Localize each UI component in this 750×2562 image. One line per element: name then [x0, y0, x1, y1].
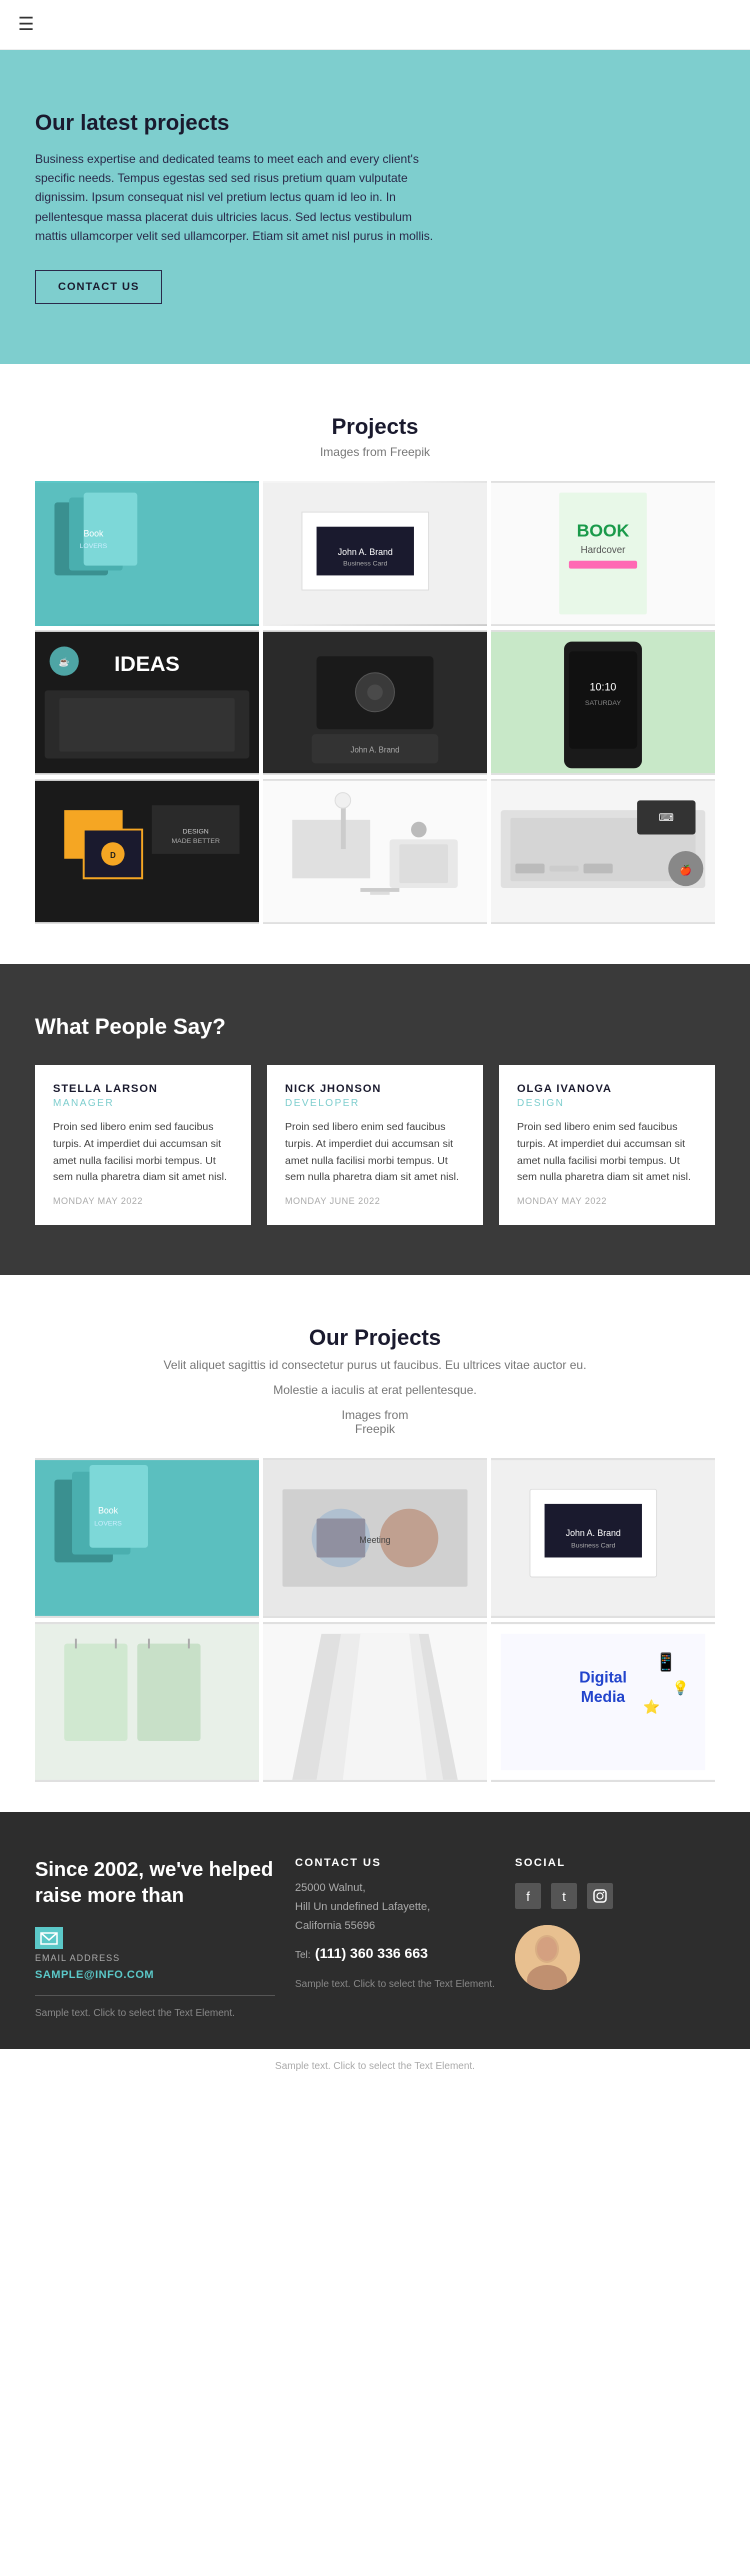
footer-divider: [35, 1995, 275, 1996]
svg-text:📱: 📱: [655, 1652, 677, 1672]
project-cell-4[interactable]: IDEAS ☕: [35, 630, 259, 775]
svg-text:💡: 💡: [672, 1680, 689, 1696]
our-projects-section: Our Projects Velit aliquet sagittis id c…: [0, 1275, 750, 1812]
twitter-icon[interactable]: t: [551, 1883, 577, 1909]
svg-text:Digital: Digital: [579, 1670, 627, 1687]
contact-us-button[interactable]: CONTACT US: [35, 270, 162, 304]
hamburger-icon[interactable]: ☰: [18, 14, 34, 34]
navbar: ☰: [0, 0, 750, 50]
svg-text:Business Card: Business Card: [343, 561, 387, 568]
project-cell-5[interactable]: John A. Brand: [263, 630, 487, 775]
testimonial-name-1: STELLA LARSON: [53, 1083, 233, 1095]
testimonials-grid: STELLA LARSON MANAGER Proin sed libero e…: [35, 1065, 715, 1225]
our-projects-title: Our Projects: [35, 1325, 715, 1351]
svg-text:☕: ☕: [59, 656, 70, 667]
our-projects-desc1: Velit aliquet sagittis id consectetur pu…: [35, 1356, 715, 1375]
project-cell-2[interactable]: John A. Brand Business Card: [263, 481, 487, 626]
project-cell-6[interactable]: 10:10 SATURDAY: [491, 630, 715, 775]
our-projects-images-from: Images from Freepik: [35, 1408, 715, 1436]
svg-text:IDEAS: IDEAS: [114, 652, 179, 676]
testimonial-role-3: DESIGN: [517, 1098, 697, 1109]
testimonial-card-3: OLGA IVANOVA DESIGN Proin sed libero eni…: [499, 1065, 715, 1225]
svg-text:⭐: ⭐: [643, 1699, 660, 1715]
projects-subtitle: Images from Freepik: [35, 445, 715, 459]
testimonial-role-1: MANAGER: [53, 1098, 233, 1109]
hero-text: Business expertise and dedicated teams t…: [35, 150, 435, 246]
svg-text:LOVERS: LOVERS: [80, 543, 108, 550]
footer-sample-text: Sample text. Click to select the Text El…: [35, 2008, 275, 2019]
project-cell-7[interactable]: D DESIGN MADE BETTER: [35, 779, 259, 924]
hero-title: Our latest projects: [35, 110, 715, 136]
svg-text:BOOK: BOOK: [577, 520, 630, 540]
our-project-cell-4[interactable]: [35, 1622, 259, 1782]
bottom-sample: Sample text. Click to select the Text El…: [0, 2049, 750, 2084]
svg-text:10:10: 10:10: [590, 681, 617, 693]
footer-contact-title: CONTACT US: [295, 1857, 495, 1869]
projects-title: Projects: [35, 414, 715, 440]
svg-text:MADE BETTER: MADE BETTER: [172, 838, 220, 845]
project-cell-9[interactable]: ⌨ 🍎: [491, 779, 715, 924]
footer-address: 25000 Walnut,Hill Un undefined Lafayette…: [295, 1879, 495, 1935]
projects-section: Projects Images from Freepik Book LOVERS…: [0, 364, 750, 964]
testimonials-section: What People Say? STELLA LARSON MANAGER P…: [0, 964, 750, 1275]
footer-tagline: Since 2002, we've helped raise more than: [35, 1857, 275, 1909]
svg-text:🍎: 🍎: [680, 863, 692, 876]
email-icon: [35, 1927, 63, 1949]
footer-right: SOCIAL f t: [515, 1857, 715, 2019]
project-cell-3[interactable]: BOOK Hardcover: [491, 481, 715, 626]
footer-tel-value: (111) 360 336 663: [315, 1945, 428, 1961]
footer-avatar: [515, 1925, 580, 1990]
testimonial-date-1: MONDAY MAY 2022: [53, 1196, 233, 1206]
svg-text:Business Card: Business Card: [571, 1543, 615, 1550]
project-cell-8[interactable]: [263, 779, 487, 924]
footer-middle: CONTACT US 25000 Walnut,Hill Un undefine…: [295, 1857, 495, 2019]
svg-text:Meeting: Meeting: [359, 1535, 390, 1545]
svg-text:Media: Media: [581, 1689, 625, 1706]
svg-text:Book: Book: [83, 528, 104, 538]
testimonial-card-2: NICK JHONSON DEVELOPER Proin sed libero …: [267, 1065, 483, 1225]
footer-grid: Since 2002, we've helped raise more than…: [35, 1857, 715, 2019]
projects-grid: Book LOVERS John A. Brand Business Card …: [35, 481, 715, 924]
footer-email-label: EMAIL ADDRESS: [35, 1953, 275, 1963]
testimonial-role-2: DEVELOPER: [285, 1098, 465, 1109]
svg-text:LOVERS: LOVERS: [94, 1521, 122, 1528]
footer-contact-sample: Sample text. Click to select the Text El…: [295, 1977, 495, 1992]
footer: Since 2002, we've helped raise more than…: [0, 1812, 750, 2049]
our-project-cell-3[interactable]: John A. Brand Business Card: [491, 1458, 715, 1618]
testimonial-text-2: Proin sed libero enim sed faucibus turpi…: [285, 1119, 465, 1186]
social-icons-row: f t: [515, 1883, 715, 1909]
testimonial-card-1: STELLA LARSON MANAGER Proin sed libero e…: [35, 1065, 251, 1225]
testimonial-text-3: Proin sed libero enim sed faucibus turpi…: [517, 1119, 697, 1186]
footer-left: Since 2002, we've helped raise more than…: [35, 1857, 275, 2019]
svg-text:Book: Book: [98, 1506, 119, 1516]
testimonial-date-3: MONDAY MAY 2022: [517, 1196, 697, 1206]
svg-text:John A. Brand: John A. Brand: [566, 1528, 621, 1538]
testimonials-title: What People Say?: [35, 1014, 715, 1040]
our-project-cell-5[interactable]: [263, 1622, 487, 1782]
our-projects-desc2: Molestie a iaculis at erat pellentesque.: [35, 1381, 715, 1400]
project-cell-1[interactable]: Book LOVERS: [35, 481, 259, 626]
testimonial-date-2: MONDAY JUNE 2022: [285, 1196, 465, 1206]
testimonial-name-2: NICK JHONSON: [285, 1083, 465, 1095]
our-project-cell-1[interactable]: Book LOVERS: [35, 1458, 259, 1618]
testimonial-name-3: OLGA IVANOVA: [517, 1083, 697, 1095]
svg-text:John A. Brand: John A. Brand: [338, 547, 393, 557]
svg-text:SATURDAY: SATURDAY: [585, 700, 621, 707]
svg-text:DESIGN: DESIGN: [183, 828, 209, 835]
footer-tel-label: Tel:: [295, 1950, 311, 1961]
our-project-cell-2[interactable]: Meeting: [263, 1458, 487, 1618]
testimonial-text-1: Proin sed libero enim sed faucibus turpi…: [53, 1119, 233, 1186]
svg-text:John A. Brand: John A. Brand: [351, 746, 400, 755]
svg-text:D: D: [110, 851, 116, 860]
footer-email-value: SAMPLE@INFO.COM: [35, 1969, 154, 1981]
instagram-icon[interactable]: [587, 1883, 613, 1909]
svg-text:⌨: ⌨: [659, 812, 675, 824]
svg-text:Hardcover: Hardcover: [581, 545, 627, 556]
facebook-icon[interactable]: f: [515, 1883, 541, 1909]
our-projects-grid: Book LOVERS Meeting John A. Brand Busine…: [35, 1458, 715, 1782]
our-project-cell-6[interactable]: Digital Media 📱 💡 ⭐: [491, 1622, 715, 1782]
footer-social-title: SOCIAL: [515, 1857, 715, 1869]
hero-section: Our latest projects Business expertise a…: [0, 50, 750, 364]
